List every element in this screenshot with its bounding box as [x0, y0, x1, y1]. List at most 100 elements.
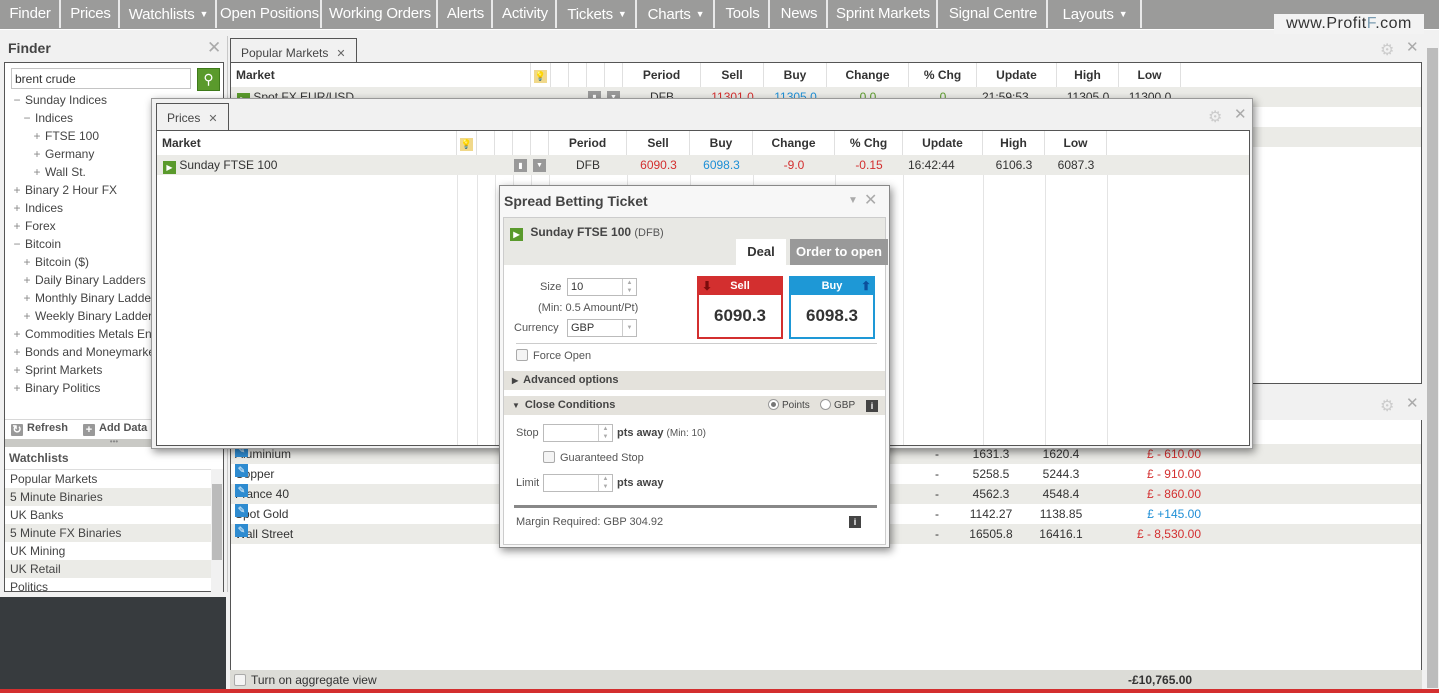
column-header-blank[interactable]	[495, 131, 513, 155]
expand-icon[interactable]: +	[31, 145, 43, 163]
radio-points[interactable]: Points	[768, 396, 810, 415]
checkbox[interactable]	[234, 674, 246, 686]
column-header[interactable]: % Chg	[835, 131, 903, 155]
nav-tab-activity[interactable]: Activity	[495, 0, 557, 28]
column-header[interactable]: Change	[753, 131, 835, 155]
currency-select[interactable]: GBP ▼	[567, 319, 637, 337]
column-header[interactable]: Buy	[690, 131, 753, 155]
nav-tab-layouts[interactable]: Layouts ▼	[1050, 0, 1142, 28]
chevron-down-icon[interactable]: ▼	[533, 159, 546, 172]
tab-prices[interactable]: Prices ✕	[156, 103, 229, 131]
watchlist-item[interactable]: 5 Minute FX Binaries	[5, 524, 211, 542]
watchlist-item[interactable]: 5 Minute Binaries	[5, 488, 211, 506]
nav-tab-watchlists[interactable]: Watchlists ▼	[122, 0, 217, 28]
watchlist-item[interactable]: UK Retail	[5, 560, 211, 578]
refresh-button[interactable]: ↻ Refresh	[11, 422, 68, 436]
collapse-icon[interactable]: −	[11, 91, 23, 109]
nav-tab-charts[interactable]: Charts ▼	[639, 0, 715, 28]
column-header-blank[interactable]	[477, 131, 495, 155]
expand-icon[interactable]: +	[31, 127, 43, 145]
collapse-icon[interactable]: −	[11, 235, 23, 253]
expand-icon[interactable]: +	[21, 289, 33, 307]
nav-tab-news[interactable]: News	[772, 0, 828, 28]
column-header-blank[interactable]	[513, 131, 531, 155]
tab-order-to-open[interactable]: Order to open	[790, 239, 888, 265]
buy-button[interactable]: Buy ⬆ 6098.3	[789, 276, 875, 339]
column-header[interactable]: Update	[977, 63, 1057, 87]
edit-icon[interactable]: ✎	[235, 484, 248, 497]
expand-icon[interactable]: +	[11, 181, 23, 199]
gear-icon[interactable]: ⚙	[1208, 107, 1222, 127]
expand-icon[interactable]: +	[11, 379, 23, 397]
force-open-checkbox[interactable]: Force Open	[516, 349, 591, 362]
checkbox[interactable]	[516, 349, 528, 361]
collapse-icon[interactable]: −	[21, 109, 33, 127]
column-header-blank[interactable]	[531, 131, 549, 155]
add-data-button[interactable]: + Add Data	[83, 422, 147, 436]
gear-icon[interactable]: ⚙	[1380, 40, 1394, 60]
column-header[interactable]: % Chg	[909, 63, 977, 87]
expand-icon[interactable]: +	[21, 271, 33, 289]
aggregate-checkbox[interactable]: Turn on aggregate view	[234, 673, 377, 687]
nav-tab-open-positions[interactable]: Open Positions	[219, 0, 322, 28]
column-header[interactable]: Low	[1119, 63, 1181, 87]
stop-stepper[interactable]: ▲ ▼	[543, 424, 613, 442]
column-header-blank[interactable]	[569, 63, 587, 87]
column-header-blank[interactable]	[587, 63, 605, 87]
edit-icon[interactable]: ✎	[235, 504, 248, 517]
column-header[interactable]: Buy	[764, 63, 827, 87]
column-header[interactable]: Market	[157, 131, 457, 155]
column-header[interactable]: Period	[623, 63, 701, 87]
stepper-arrows[interactable]: ▲ ▼	[598, 425, 612, 441]
column-header[interactable]: Period	[549, 131, 627, 155]
nav-tab-prices[interactable]: Prices	[63, 0, 120, 28]
nav-tab-tickets[interactable]: Tickets ▼	[559, 0, 637, 28]
nav-tab-signal-centre[interactable]: Signal Centre	[940, 0, 1048, 28]
expand-icon[interactable]: +	[11, 325, 23, 343]
info-icon[interactable]: i	[866, 400, 878, 412]
guaranteed-stop-checkbox[interactable]: Guaranteed Stop	[543, 451, 644, 464]
watchlist-item[interactable]: UK Mining	[5, 542, 211, 560]
close-conditions-toggle[interactable]: ▼ Close Conditions Points GBP i	[504, 396, 885, 415]
close-icon[interactable]: ✕	[864, 190, 877, 210]
close-icon[interactable]: ✕	[1406, 394, 1419, 412]
column-header-blank[interactable]	[551, 63, 569, 87]
tab-deal[interactable]: Deal	[736, 239, 786, 265]
market-cell[interactable]: ▶ Sunday FTSE 100	[163, 155, 277, 175]
scrollbar-thumb[interactable]	[212, 484, 222, 560]
lightbulb-icon[interactable]: 💡	[457, 131, 477, 155]
chart-icon[interactable]: ▮	[514, 159, 527, 172]
radio-button[interactable]	[820, 399, 831, 410]
table-row[interactable]: ▶ Sunday FTSE 100 ▮ ▼ DFB 6090.3 6098.3 -9.0 -0…	[157, 155, 1249, 175]
column-header[interactable]: Sell	[701, 63, 764, 87]
expand-icon[interactable]: +	[21, 253, 33, 271]
checkbox[interactable]	[543, 451, 555, 463]
stepper-arrows[interactable]: ▲ ▼	[622, 279, 636, 295]
nav-tab-alerts[interactable]: Alerts	[440, 0, 493, 28]
info-icon[interactable]: i	[849, 516, 861, 528]
limit-stepper[interactable]: ▲ ▼	[543, 474, 613, 492]
column-header[interactable]: Low	[1045, 131, 1107, 155]
column-header[interactable]: Change	[827, 63, 909, 87]
expand-icon[interactable]: +	[21, 307, 33, 325]
sell-button[interactable]: ⬇ Sell 6090.3	[697, 276, 783, 339]
expand-icon[interactable]: +	[11, 343, 23, 361]
column-header-blank[interactable]	[605, 63, 623, 87]
radio-button[interactable]	[768, 399, 779, 410]
nav-tab-tools[interactable]: Tools	[717, 0, 770, 28]
expand-icon[interactable]: +	[31, 163, 43, 181]
expand-icon[interactable]: +	[11, 199, 23, 217]
scrollbar-thumb[interactable]	[1427, 48, 1438, 688]
lightbulb-icon[interactable]: 💡	[531, 63, 551, 87]
close-icon[interactable]: ✕	[1234, 105, 1247, 123]
edit-icon[interactable]: ✎	[235, 464, 248, 477]
edit-icon[interactable]: ✎	[235, 524, 248, 537]
watchlist-scrollbar[interactable]	[211, 469, 223, 595]
column-header[interactable]: Market	[231, 63, 531, 87]
column-header[interactable]: Sell	[627, 131, 690, 155]
advanced-options-toggle[interactable]: ▶ Advanced options	[504, 371, 885, 390]
main-scrollbar[interactable]	[1426, 40, 1439, 690]
size-stepper[interactable]: 10 ▲ ▼	[567, 278, 637, 296]
close-icon[interactable]: ✕	[207, 38, 221, 58]
expand-icon[interactable]: +	[11, 361, 23, 379]
